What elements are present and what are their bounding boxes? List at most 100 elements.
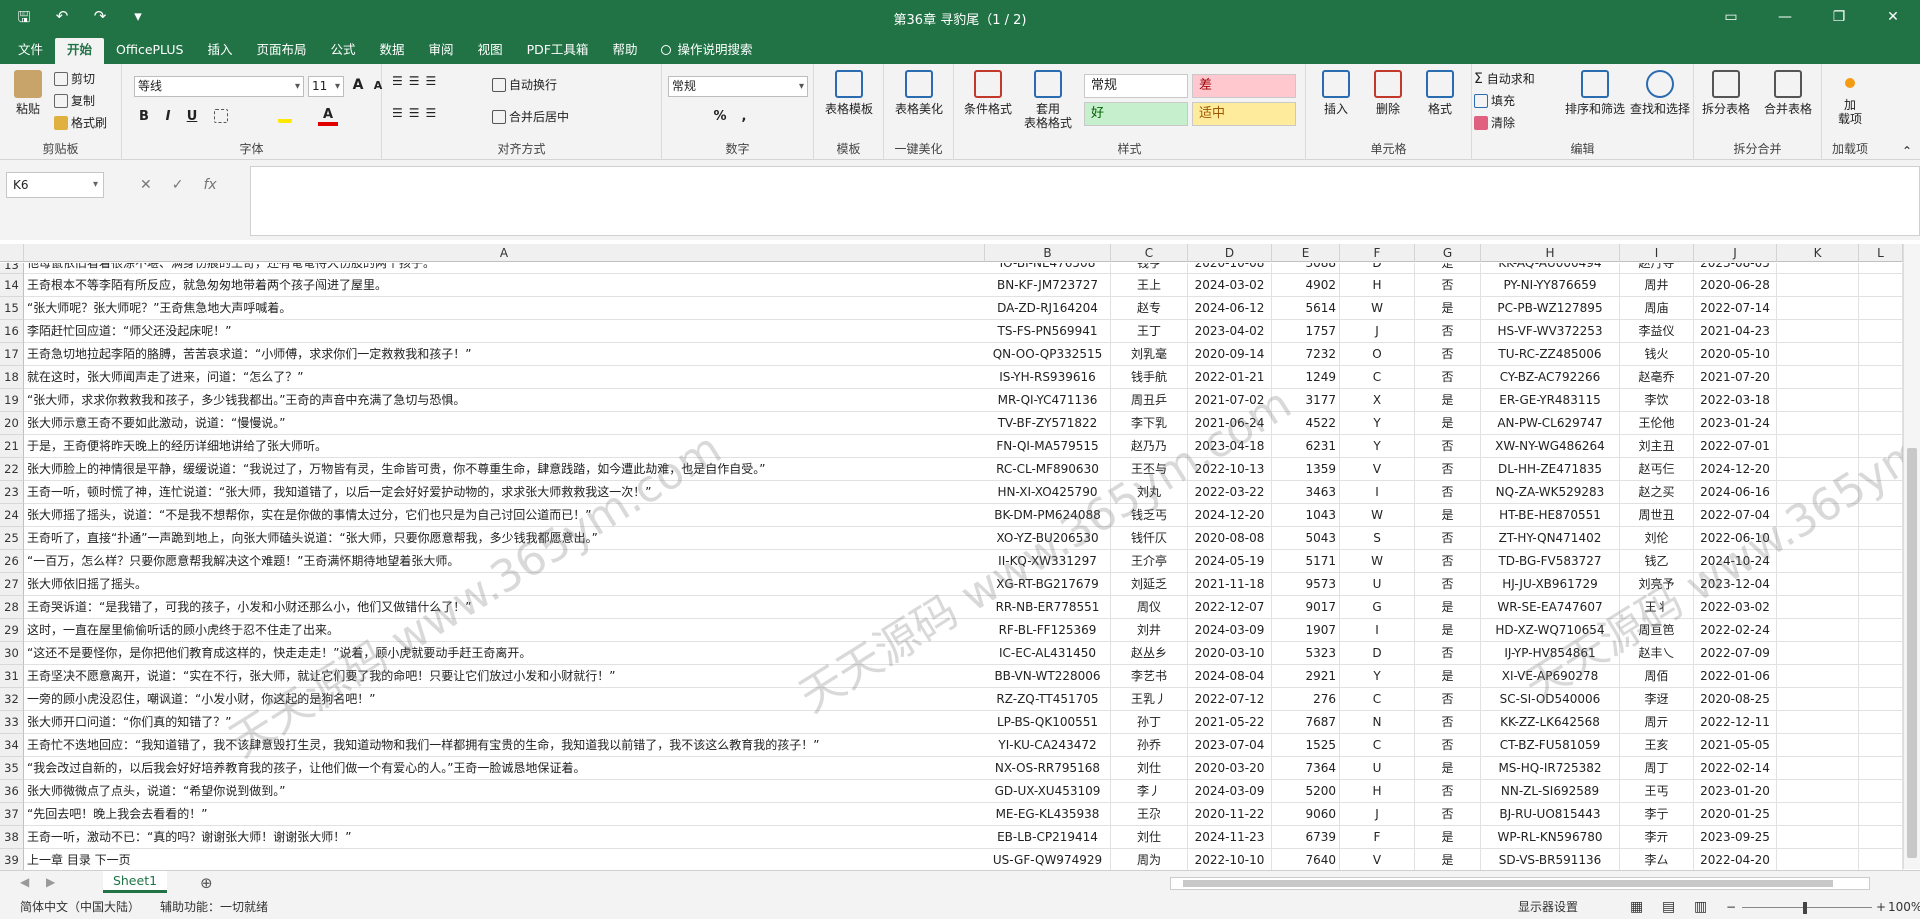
cell-i[interactable]: 钱火 [1620,343,1694,366]
comma-button[interactable]: , [734,109,754,124]
cell-k-empty[interactable] [1777,297,1859,320]
cell-a[interactable]: 王奇坚决不愿意离开，说道：“实在不行，张大师，就让它们要了我的命吧！只要让它们放… [24,665,985,688]
copy-button[interactable]: 复制 [54,92,95,109]
row-header[interactable]: 23 [0,481,24,504]
cell-e[interactable]: 1757 [1272,320,1340,343]
cell-c[interactable]: 李艺书 [1111,665,1188,688]
cell-f[interactable]: J [1340,803,1415,826]
cell-f[interactable]: X [1340,389,1415,412]
cell-a[interactable]: 王奇根本不等李陌有所反应，就急匆匆地带着两个孩子闯进了屋里。 [24,274,985,297]
font-name-select[interactable]: 等线 [134,76,304,97]
display-settings-button[interactable]: 显示器设置 [1518,896,1578,919]
cell-h[interactable]: NQ-ZA-WK529283 [1481,481,1620,504]
cell-i[interactable]: 赵丹寺 [1620,263,1694,274]
cell-e[interactable]: 2921 [1272,665,1340,688]
cell-f[interactable]: I [1340,481,1415,504]
cell-i[interactable]: 周亘笆 [1620,619,1694,642]
cell-k-empty[interactable] [1777,619,1859,642]
font-grow-button[interactable]: A [348,77,368,93]
cell-k-empty[interactable] [1777,435,1859,458]
cell-d[interactable]: 2024-05-19 [1188,550,1272,573]
row-header[interactable]: 32 [0,688,24,711]
cell-l-empty[interactable] [1859,527,1903,550]
cell-c[interactable]: 王尕 [1111,803,1188,826]
cell-f[interactable]: U [1340,573,1415,596]
cell-i[interactable]: 李迓 [1620,688,1694,711]
cell-l-empty[interactable] [1859,642,1903,665]
cell-j[interactable]: 2023-08-05 [1694,263,1777,274]
column-header-d[interactable]: D [1188,244,1272,262]
page-break-view-icon[interactable]: ▥ [1694,896,1707,919]
cell-l-empty[interactable] [1859,320,1903,343]
cell-g[interactable]: 是 [1415,389,1481,412]
cell-l-empty[interactable] [1859,849,1903,872]
cell-a[interactable]: “这还不是要怪你，是你把他们教育成这样的，快走走走！”说着，顾小虎就要动手赶王奇… [24,642,985,665]
cell-f[interactable]: H [1340,780,1415,803]
vertical-align-buttons[interactable]: ☰☰☰ [392,74,442,88]
cell-l-empty[interactable] [1859,343,1903,366]
cell-k-empty[interactable] [1777,389,1859,412]
cell-c[interactable]: 孙丁 [1111,711,1188,734]
cell-e[interactable]: 1907 [1272,619,1340,642]
cell-b[interactable]: FN-QI-MA579515 [985,435,1111,458]
cell-k-empty[interactable] [1777,688,1859,711]
cell-i[interactable]: 王丬 [1620,596,1694,619]
cell-g[interactable]: 否 [1415,642,1481,665]
column-header-a[interactable]: A [24,244,985,262]
cancel-icon[interactable]: ✕ [140,177,152,193]
cell-i[interactable]: 刘主丑 [1620,435,1694,458]
zoom-slider[interactable] [1742,907,1872,908]
cell-d[interactable]: 2022-10-13 [1188,458,1272,481]
cell-d[interactable]: 2024-03-09 [1188,619,1272,642]
cell-c[interactable]: 刘仕 [1111,757,1188,780]
cell-c[interactable]: 王丁 [1111,320,1188,343]
row-header[interactable]: 29 [0,619,24,642]
cell-c[interactable]: 王介亭 [1111,550,1188,573]
cell-g[interactable]: 否 [1415,274,1481,297]
cell-k-empty[interactable] [1777,849,1859,872]
cell-l-empty[interactable] [1859,412,1903,435]
cell-b[interactable]: RR-NB-ER778551 [985,596,1111,619]
cell-i[interactable]: 周世丑 [1620,504,1694,527]
cell-b[interactable]: BK-DM-PM624088 [985,504,1111,527]
cell-j[interactable]: 2024-06-16 [1694,481,1777,504]
cell-k-empty[interactable] [1777,573,1859,596]
cell-e[interactable]: 1043 [1272,504,1340,527]
cell-g[interactable]: 是 [1415,504,1481,527]
row-header[interactable]: 25 [0,527,24,550]
cell-a[interactable]: 王奇一听，激动不已：“真的吗？谢谢张大师！谢谢张大师！” [24,826,985,849]
style-normal[interactable]: 常规 [1084,74,1188,98]
tab-officeplus[interactable]: OfficePLUS [104,38,195,64]
cell-j[interactable]: 2022-03-18 [1694,389,1777,412]
cell-a[interactable]: “先回去吧！晚上我会去看看的！” [24,803,985,826]
zoom-slider-thumb[interactable] [1803,902,1807,914]
cell-d[interactable]: 2023-04-18 [1188,435,1272,458]
cell-a[interactable]: “一百万，怎么样？只要你愿意帮我解决这个难题！”王奇满怀期待地望着张大师。 [24,550,985,573]
cell-j[interactable]: 2021-07-20 [1694,366,1777,389]
cell-i[interactable]: 周亓 [1620,711,1694,734]
cell-g[interactable]: 是 [1415,619,1481,642]
wrap-text-button[interactable]: 自动换行 [492,76,557,93]
cell-j[interactable]: 2022-12-11 [1694,711,1777,734]
column-header-k[interactable]: K [1777,244,1859,262]
insert-cells-button[interactable]: 插入 [1312,70,1360,116]
row-header[interactable]: 27 [0,573,24,596]
cell-d[interactable]: 2021-06-24 [1188,412,1272,435]
tab-help[interactable]: 帮助 [600,38,649,64]
cell-a[interactable]: 就在这时，张大师闻声走了进来，问道：“怎么了？” [24,366,985,389]
cell-d[interactable]: 2024-03-09 [1188,780,1272,803]
cell-b[interactable]: YI-KU-CA243472 [985,734,1111,757]
cell-h[interactable]: BJ-RU-UO815443 [1481,803,1620,826]
cell-b[interactable]: DA-ZD-RJ164204 [985,297,1111,320]
cell-g[interactable]: 否 [1415,481,1481,504]
cell-j[interactable]: 2022-01-06 [1694,665,1777,688]
cell-a[interactable]: “我会改过自新的，以后我会好好培养教育我的孩子，让他们做一个有爱心的人。”王奇一… [24,757,985,780]
minimize-icon[interactable]: — [1758,0,1812,34]
row-header[interactable]: 35 [0,757,24,780]
row-header[interactable]: 37 [0,803,24,826]
cell-b[interactable]: BB-VN-WT228006 [985,665,1111,688]
cell-j[interactable]: 2023-01-20 [1694,780,1777,803]
cell-d[interactable]: 2020-09-14 [1188,343,1272,366]
cell-b[interactable]: RC-CL-MF890630 [985,458,1111,481]
cell-j[interactable]: 2021-05-05 [1694,734,1777,757]
